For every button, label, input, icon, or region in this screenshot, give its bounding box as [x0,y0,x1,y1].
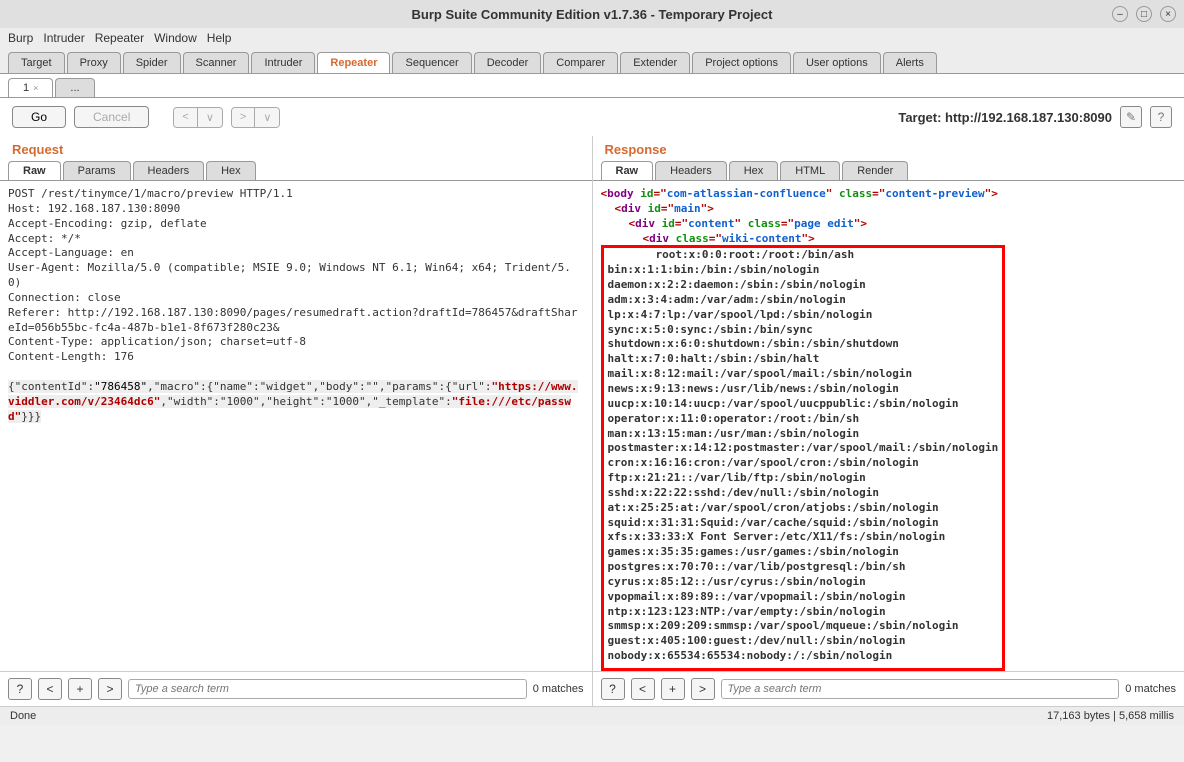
search-prev-button[interactable]: < [631,678,655,700]
request-content[interactable]: POST /rest/tinymce/1/macro/preview HTTP/… [0,181,592,671]
tab-user-options[interactable]: User options [793,52,881,73]
tab-repeater[interactable]: Repeater [317,52,390,73]
next-inner-button[interactable]: ∨ [255,108,279,127]
response-searchbar: ? < + > 0 matches [593,671,1184,706]
subtab-close-icon[interactable]: × [33,83,38,93]
tab-proxy[interactable]: Proxy [67,52,121,73]
search-add-button[interactable]: + [68,678,92,700]
response-search-input[interactable] [721,679,1120,699]
subtab-1[interactable]: 1× [8,78,53,97]
request-tab-raw[interactable]: Raw [8,161,61,180]
subtab-...[interactable]: ... [55,78,94,97]
status-right: 17,163 bytes | 5,658 millis [1047,710,1174,722]
response-matches: 0 matches [1125,683,1176,695]
menu-repeater[interactable]: Repeater [95,31,144,45]
response-title: Response [593,136,1184,161]
search-help-button[interactable]: ? [8,678,32,700]
status-left: Done [10,710,36,722]
response-tab-raw[interactable]: Raw [601,161,654,180]
tab-sequencer[interactable]: Sequencer [392,52,471,73]
tab-scanner[interactable]: Scanner [183,52,250,73]
response-content[interactable]: <body id="com-atlassian-confluence" clas… [593,181,1184,671]
response-tab-headers[interactable]: Headers [655,161,727,180]
request-search-input[interactable] [128,679,527,699]
tab-target[interactable]: Target [8,52,65,73]
response-tab-html[interactable]: HTML [780,161,840,180]
target-label: Target: http://192.168.187.130:8090 [898,110,1112,125]
tab-decoder[interactable]: Decoder [474,52,542,73]
main-tabs: TargetProxySpiderScannerIntruderRepeater… [0,48,1184,74]
request-tab-hex[interactable]: Hex [206,161,256,180]
tab-project-options[interactable]: Project options [692,52,791,73]
request-panel: Request RawParamsHeadersHex POST /rest/t… [0,136,593,706]
request-title: Request [0,136,592,161]
response-tabs: RawHeadersHexHTMLRender [593,161,1184,181]
edit-target-icon[interactable]: ✎ [1120,106,1142,128]
menu-intruder[interactable]: Intruder [43,31,84,45]
response-tab-render[interactable]: Render [842,161,908,180]
request-tabs: RawParamsHeadersHex [0,161,592,181]
titlebar: Burp Suite Community Edition v1.7.36 - T… [0,0,1184,28]
cancel-button[interactable]: Cancel [74,106,149,128]
search-prev-button[interactable]: < [38,678,62,700]
prev-inner-button[interactable]: ∨ [198,108,222,127]
request-tab-params[interactable]: Params [63,161,131,180]
sub-tabs: 1×... [0,74,1184,98]
minimize-icon[interactable]: – [1112,6,1128,22]
split-view: Request RawParamsHeadersHex POST /rest/t… [0,136,1184,706]
tab-intruder[interactable]: Intruder [251,52,315,73]
tab-comparer[interactable]: Comparer [543,52,618,73]
statusbar: Done 17,163 bytes | 5,658 millis [0,706,1184,725]
menu-burp[interactable]: Burp [8,31,33,45]
request-searchbar: ? < + > 0 matches [0,671,592,706]
maximize-icon[interactable]: □ [1136,6,1152,22]
tab-spider[interactable]: Spider [123,52,181,73]
close-icon[interactable]: × [1160,6,1176,22]
menubar: Burp Intruder Repeater Window Help [0,28,1184,48]
help-icon[interactable]: ? [1150,106,1172,128]
tab-alerts[interactable]: Alerts [883,52,937,73]
go-button[interactable]: Go [12,106,66,128]
window-controls: – □ × [1112,6,1176,22]
request-matches: 0 matches [533,683,584,695]
search-add-button[interactable]: + [661,678,685,700]
control-bar: Go Cancel < ∨ > ∨ Target: http://192.168… [0,98,1184,136]
next-button[interactable]: > [232,108,255,127]
window-title: Burp Suite Community Edition v1.7.36 - T… [412,7,773,22]
request-tab-headers[interactable]: Headers [133,161,205,180]
search-next-button[interactable]: > [98,678,122,700]
search-next-button[interactable]: > [691,678,715,700]
menu-window[interactable]: Window [154,31,197,45]
prev-button[interactable]: < [174,108,197,127]
response-panel: Response RawHeadersHexHTMLRender <body i… [593,136,1184,706]
search-help-button[interactable]: ? [601,678,625,700]
response-tab-hex[interactable]: Hex [729,161,779,180]
tab-extender[interactable]: Extender [620,52,690,73]
menu-help[interactable]: Help [207,31,232,45]
